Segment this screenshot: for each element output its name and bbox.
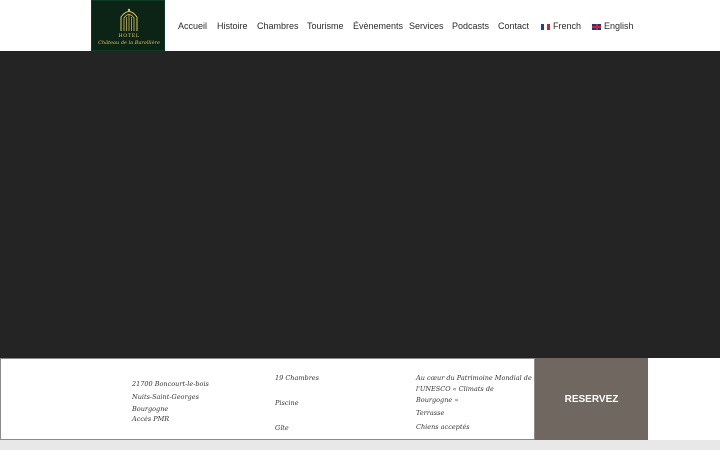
nav-tourisme[interactable]: Tourisme [307,20,344,32]
nav-chambres[interactable]: Chambres [257,20,299,32]
logo-hotel-text: HOTEL [118,33,140,39]
lang-french[interactable]: French [541,20,581,32]
site-header: HOTEL Château de la Barollière Accueil H… [0,0,720,51]
feature-item: Gîte [275,424,289,432]
address-line: Accès PMR [132,415,170,423]
horizontal-scrollbar[interactable] [0,440,720,450]
info-box: 21700 Boncourt-le-bois Nuits-Saint-Georg… [0,358,535,440]
logo-name-text: Château de la Barollière [98,40,160,46]
feature-item: Piscine [275,399,299,407]
lang-english-label: English [604,21,634,31]
heritage-line: Chiens acceptés [416,423,470,431]
feature-item: 19 Chambres [275,374,319,382]
heritage-line: Terrasse [416,409,445,417]
lang-english[interactable]: English [592,20,634,32]
reserve-button[interactable]: RESERVEZ [535,358,648,440]
uk-flag-icon [592,23,601,30]
address-line: 21700 Boncourt-le-bois [132,380,209,388]
nav-services[interactable]: Services [409,20,444,32]
hero-banner [0,51,720,358]
french-flag-icon [541,23,550,30]
heritage-line: Bourgogne » [416,396,459,404]
hotel-logo[interactable]: HOTEL Château de la Barollière [91,0,165,51]
address-line: Nuits-Saint-Georges [132,393,199,401]
heritage-line: Au cœur du Patrimoine Mondial de [416,374,532,382]
nav-accueil[interactable]: Accueil [178,20,207,32]
nav-contact[interactable]: Contact [498,20,529,32]
lang-french-label: French [553,21,582,31]
heritage-line: l'UNESCO « Climats de [416,385,494,393]
address-line: Bourgogne [132,405,169,413]
nav-histoire[interactable]: Histoire [217,20,248,32]
nav-podcasts[interactable]: Podcasts [452,20,489,32]
nav-evenements[interactable]: Évènements [353,20,403,32]
